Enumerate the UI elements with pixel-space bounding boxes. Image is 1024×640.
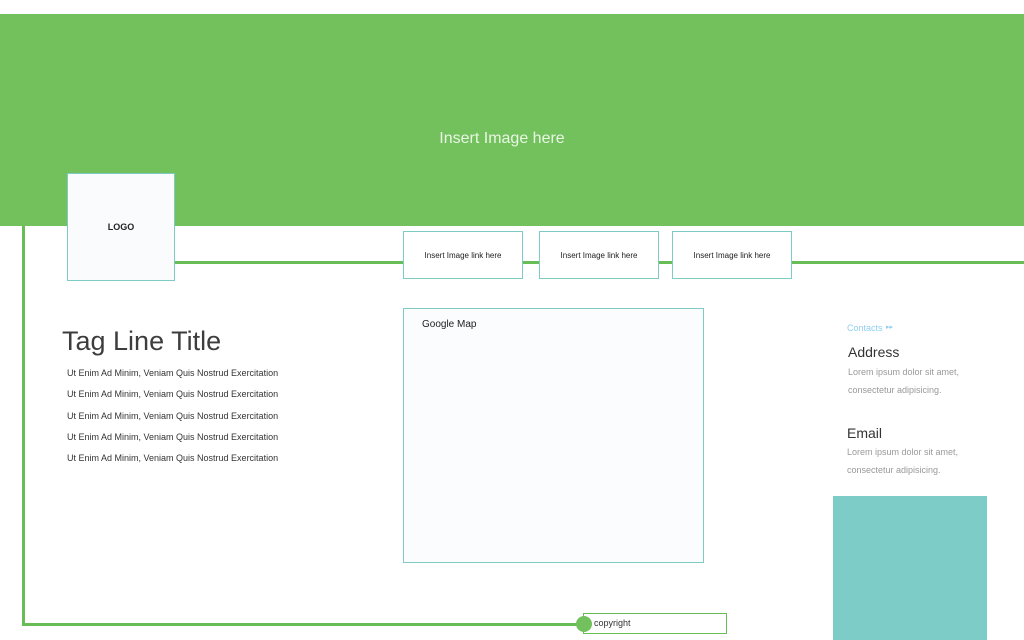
google-map[interactable]: Google Map [403,308,704,563]
address-line: consectetur adipisicing. [848,384,942,395]
address-text: Lorem ipsum dolor sit amet, consectetur … [848,364,998,399]
bottom-frame-line [22,623,584,626]
email-line: consectetur adipisicing. [847,464,941,475]
timeline-dot [576,616,592,632]
tagline-title: Tag Line Title [62,326,222,356]
double-arrow-icon: ▸▸ [886,324,894,331]
hero-placeholder-text: Insert Image here [439,130,565,147]
nav-link-label: Insert Image link here [560,250,638,260]
nav-link-1[interactable]: Insert Image link here [403,231,523,279]
tagline-list: Ut Enim Ad Minim, Veniam Quis Nostrud Ex… [67,367,278,473]
nav-link-label: Insert Image link here [693,250,771,260]
tagline-item: Ut Enim Ad Minim, Veniam Quis Nostrud Ex… [67,453,279,464]
nav-link-3[interactable]: Insert Image link here [672,231,792,279]
nav-link-label: Insert Image link here [424,250,502,260]
image-placeholder-block [833,496,987,640]
left-frame-line [22,226,25,626]
email-line: Lorem ipsum dolor sit amet, [847,447,959,457]
map-label: Google Map [422,319,477,330]
copyright-footer: copyright [583,613,727,634]
contacts-section-label: Contacts [847,323,883,333]
tagline-item: Ut Enim Ad Minim, Veniam Quis Nostrud Ex… [67,389,279,400]
tagline-item: Ut Enim Ad Minim, Veniam Quis Nostrud Ex… [67,368,279,378]
address-heading: Address [848,344,900,360]
logo-label: LOGO [107,222,135,232]
tagline-item: Ut Enim Ad Minim, Veniam Quis Nostrud Ex… [67,431,279,442]
email-text: Lorem ipsum dolor sit amet, consectetur … [847,444,997,479]
email-heading: Email [847,425,883,441]
logo[interactable]: LOGO [67,173,175,281]
tagline-item: Ut Enim Ad Minim, Veniam Quis Nostrud Ex… [67,410,279,421]
nav-link-2[interactable]: Insert Image link here [539,231,659,279]
address-line: Lorem ipsum dolor sit amet, [848,367,960,377]
copyright-text: copyright [594,618,631,628]
